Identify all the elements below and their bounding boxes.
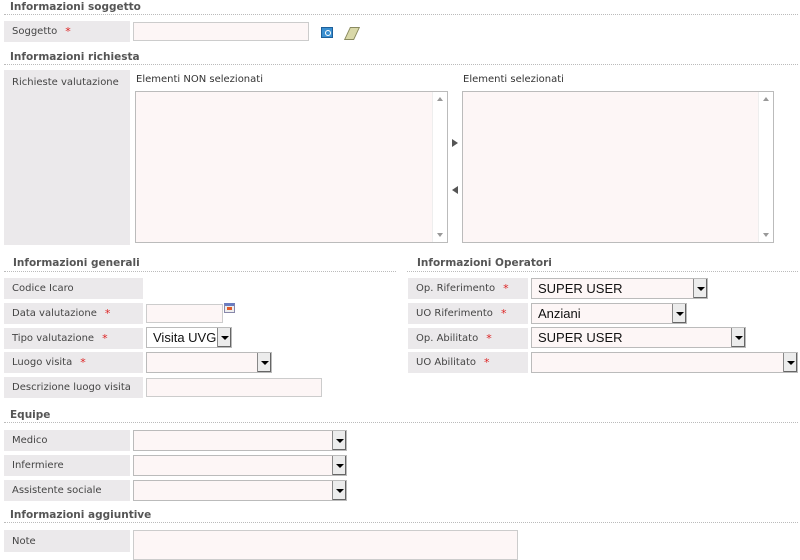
uo-abilitato-label: UO Abilitato * [408,352,528,373]
select-value: SUPER USER [538,330,623,345]
op-riferimento-label: Op. Riferimento * [408,278,528,299]
required-marker: * [483,356,490,369]
section-title-richiesta: Informazioni richiesta [10,51,140,63]
scroll-up-icon[interactable] [763,97,769,101]
scrollbar[interactable] [758,92,773,242]
scroll-down-icon[interactable] [763,233,769,237]
label-text: Tipo valutazione [12,333,95,344]
soggetto-label: Soggetto * [4,21,130,42]
required-marker: * [503,282,509,295]
chevron-down-icon[interactable] [783,353,797,372]
select-value: SUPER USER [538,281,623,296]
scrollbar[interactable] [432,92,447,242]
selected-title: Elementi selezionati [463,74,564,85]
search-icon[interactable] [321,27,333,38]
uo-abilitato-select[interactable] [531,352,798,373]
label-text: Op. Riferimento [416,283,496,294]
divider [4,271,396,272]
divider [4,14,798,15]
note-label: Note [4,530,130,552]
required-marker: * [102,332,108,345]
luogo-visita-select[interactable] [146,352,272,373]
move-left-icon[interactable] [452,186,458,194]
eraser-icon[interactable] [343,27,361,40]
section-title-soggetto: Informazioni soggetto [10,1,141,13]
chevron-down-icon[interactable] [731,328,745,347]
medico-label: Medico [4,430,130,451]
note-textarea[interactable] [133,530,518,560]
required-marker: * [80,356,86,369]
op-abilitato-select[interactable]: SUPER USER [531,327,746,348]
label-text: Soggetto [12,26,58,37]
data-valutazione-input[interactable] [146,304,223,323]
select-value: Anziani [538,306,581,321]
select-value: Visita UVG [153,330,217,345]
codice-icaro-label: Codice Icaro [4,278,143,299]
divider [4,422,798,423]
uo-riferimento-label: UO Riferimento * [408,303,528,324]
tipo-valutazione-select[interactable]: Visita UVG [146,327,232,348]
chevron-down-icon[interactable] [257,353,271,372]
chevron-down-icon[interactable] [217,328,231,347]
label-text: Data valutazione [12,308,97,319]
assistente-sociale-label: Assistente sociale [4,480,130,501]
calendar-icon[interactable] [224,303,235,313]
section-title-generali: Informazioni generali [13,257,140,269]
divider [4,522,798,523]
required-marker: * [500,307,507,320]
op-riferimento-select[interactable]: SUPER USER [531,278,708,299]
assistente-sociale-select[interactable] [133,480,347,501]
required-marker: * [104,307,111,320]
luogo-visita-label: Luogo visita * [4,352,143,373]
tipo-valutazione-label: Tipo valutazione * [4,328,143,349]
scroll-up-icon[interactable] [437,97,443,101]
infermiere-select[interactable] [133,455,347,476]
chevron-down-icon[interactable] [332,456,346,475]
richieste-label: Richieste valutazione [4,70,130,245]
op-abilitato-label: Op. Abilitato * [408,328,528,349]
selected-listbox[interactable] [462,91,774,243]
scroll-down-icon[interactable] [437,233,443,237]
medico-select[interactable] [133,430,347,451]
uo-riferimento-select[interactable]: Anziani [531,303,687,324]
divider [407,271,798,272]
section-title-equipe: Equipe [10,409,51,421]
chevron-down-icon[interactable] [672,304,686,323]
required-marker: * [65,25,71,38]
chevron-down-icon[interactable] [332,431,346,450]
divider [4,64,798,65]
chevron-down-icon[interactable] [693,279,707,298]
data-valutazione-label: Data valutazione * [4,303,143,324]
label-text: Luogo visita [12,357,73,368]
section-title-aggiuntive: Informazioni aggiuntive [10,509,152,521]
move-right-icon[interactable] [452,139,458,147]
label-text: UO Riferimento [416,308,493,319]
infermiere-label: Infermiere [4,455,130,476]
non-selected-listbox[interactable] [135,91,448,243]
label-text: UO Abilitato [416,357,476,368]
non-selected-title: Elementi NON selezionati [136,74,263,85]
descrizione-luogo-label: Descrizione luogo visita [4,377,143,398]
label-text: Op. Abilitato [416,333,479,344]
descrizione-luogo-input[interactable] [146,378,322,397]
section-title-operatori: Informazioni Operatori [417,257,552,269]
required-marker: * [486,332,492,345]
chevron-down-icon[interactable] [332,481,346,500]
soggetto-input[interactable] [133,22,309,41]
